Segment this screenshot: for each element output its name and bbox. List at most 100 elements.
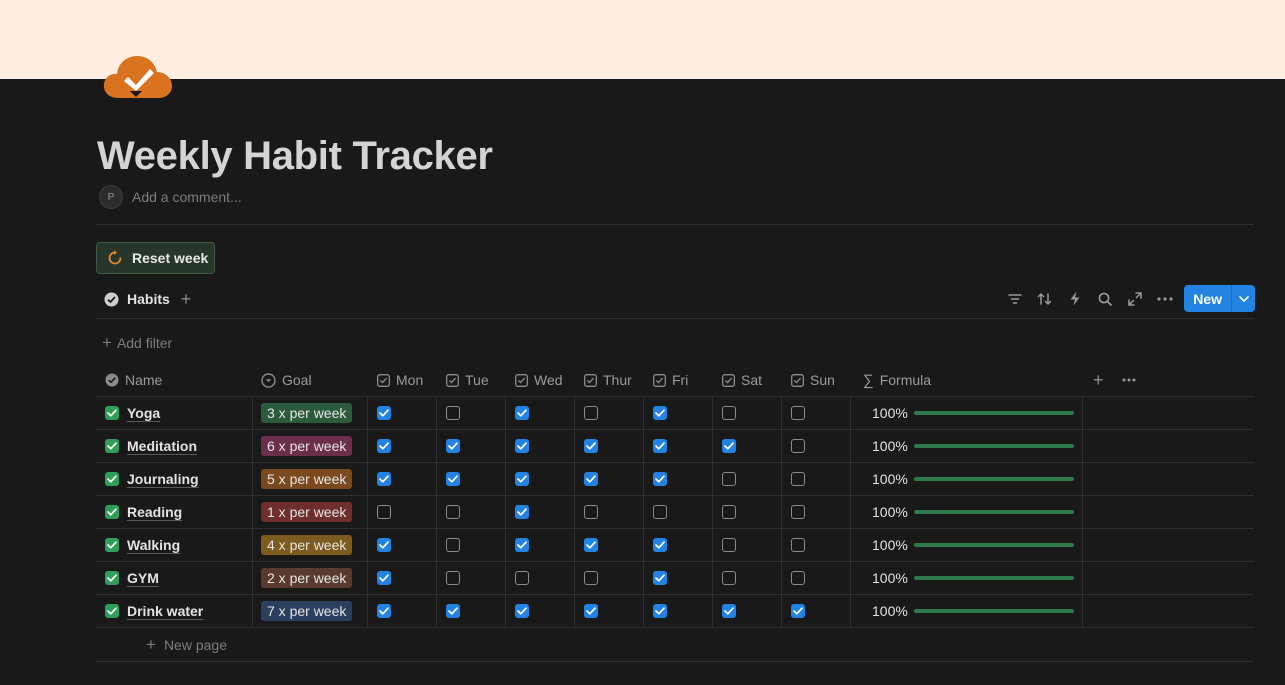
column-header-day[interactable]: Sun xyxy=(782,364,851,396)
day-checkbox[interactable] xyxy=(584,472,598,486)
add-property-icon[interactable]: + xyxy=(1093,370,1104,391)
day-checkbox[interactable] xyxy=(791,472,805,486)
column-header-name[interactable]: Name xyxy=(96,364,253,396)
day-checkbox[interactable] xyxy=(515,505,529,519)
day-checkbox[interactable] xyxy=(653,604,667,618)
new-page-button[interactable]: + New page xyxy=(96,628,1254,662)
day-checkbox[interactable] xyxy=(722,472,736,486)
day-checkbox[interactable] xyxy=(584,604,598,618)
filter-icon[interactable] xyxy=(1000,285,1030,312)
day-checkbox[interactable] xyxy=(515,604,529,618)
day-checkbox[interactable] xyxy=(722,505,736,519)
day-checkbox[interactable] xyxy=(722,406,736,420)
table-row[interactable]: Drink water 7 x per week 100% xyxy=(96,595,1254,628)
table-row[interactable]: Walking 4 x per week 100% xyxy=(96,529,1254,562)
day-checkbox[interactable] xyxy=(722,604,736,618)
more-options-icon[interactable] xyxy=(1150,285,1180,312)
day-checkbox[interactable] xyxy=(515,439,529,453)
day-checkbox[interactable] xyxy=(377,439,391,453)
day-checkbox[interactable] xyxy=(377,571,391,585)
day-checkbox[interactable] xyxy=(515,472,529,486)
column-header-day[interactable]: Sat xyxy=(713,364,782,396)
name-cell[interactable]: Reading xyxy=(96,496,253,528)
day-checkbox[interactable] xyxy=(446,604,460,618)
habit-name[interactable]: Meditation xyxy=(127,438,197,454)
day-checkbox[interactable] xyxy=(377,505,391,519)
day-checkbox[interactable] xyxy=(377,604,391,618)
day-checkbox[interactable] xyxy=(791,505,805,519)
name-cell[interactable]: Meditation xyxy=(96,430,253,462)
automation-bolt-icon[interactable] xyxy=(1060,285,1090,312)
column-header-day[interactable]: Mon xyxy=(368,364,437,396)
goal-cell[interactable]: 7 x per week xyxy=(253,595,368,627)
day-checkbox[interactable] xyxy=(515,571,529,585)
day-checkbox[interactable] xyxy=(653,538,667,552)
goal-cell[interactable]: 6 x per week xyxy=(253,430,368,462)
column-header-goal[interactable]: Goal xyxy=(253,364,368,396)
habit-name[interactable]: Yoga xyxy=(127,405,160,421)
day-checkbox[interactable] xyxy=(515,406,529,420)
day-checkbox[interactable] xyxy=(584,538,598,552)
column-header-day[interactable]: Tue xyxy=(437,364,506,396)
day-checkbox[interactable] xyxy=(653,439,667,453)
name-cell[interactable]: GYM xyxy=(96,562,253,594)
day-checkbox[interactable] xyxy=(377,406,391,420)
goal-cell[interactable]: 3 x per week xyxy=(253,397,368,429)
search-icon[interactable] xyxy=(1090,285,1120,312)
day-checkbox[interactable] xyxy=(722,571,736,585)
day-checkbox[interactable] xyxy=(791,571,805,585)
day-checkbox[interactable] xyxy=(791,604,805,618)
day-checkbox[interactable] xyxy=(653,571,667,585)
name-cell[interactable]: Walking xyxy=(96,529,253,561)
column-header-day[interactable]: Fri xyxy=(644,364,713,396)
name-cell[interactable]: Yoga xyxy=(96,397,253,429)
tab-habits[interactable]: Habits xyxy=(104,291,170,307)
chevron-down-icon[interactable] xyxy=(1231,285,1255,312)
day-checkbox[interactable] xyxy=(446,505,460,519)
column-header-day[interactable]: Thur xyxy=(575,364,644,396)
column-header-day[interactable]: Wed xyxy=(506,364,575,396)
day-checkbox[interactable] xyxy=(377,472,391,486)
goal-cell[interactable]: 4 x per week xyxy=(253,529,368,561)
cloud-check-icon[interactable] xyxy=(102,47,174,101)
day-checkbox[interactable] xyxy=(446,472,460,486)
day-checkbox[interactable] xyxy=(446,538,460,552)
table-row[interactable]: Meditation 6 x per week 100% xyxy=(96,430,1254,463)
day-checkbox[interactable] xyxy=(653,406,667,420)
page-cover[interactable] xyxy=(0,0,1285,79)
comment-input[interactable]: Add a comment... xyxy=(132,189,242,205)
habit-name[interactable]: Walking xyxy=(127,537,180,553)
goal-cell[interactable]: 2 x per week xyxy=(253,562,368,594)
day-checkbox[interactable] xyxy=(584,571,598,585)
day-checkbox[interactable] xyxy=(446,439,460,453)
expand-icon[interactable] xyxy=(1120,285,1150,312)
day-checkbox[interactable] xyxy=(791,439,805,453)
day-checkbox[interactable] xyxy=(584,505,598,519)
day-checkbox[interactable] xyxy=(584,439,598,453)
new-button[interactable]: New xyxy=(1184,285,1231,312)
page-title[interactable]: Weekly Habit Tracker xyxy=(97,134,493,179)
day-checkbox[interactable] xyxy=(515,538,529,552)
habit-name[interactable]: Journaling xyxy=(127,471,199,487)
more-options-icon[interactable] xyxy=(1122,378,1136,382)
goal-cell[interactable]: 5 x per week xyxy=(253,463,368,495)
sort-icon[interactable] xyxy=(1030,285,1060,312)
table-row[interactable]: Reading 1 x per week 100% xyxy=(96,496,1254,529)
name-cell[interactable]: Drink water xyxy=(96,595,253,627)
day-checkbox[interactable] xyxy=(446,571,460,585)
day-checkbox[interactable] xyxy=(722,538,736,552)
day-checkbox[interactable] xyxy=(584,406,598,420)
day-checkbox[interactable] xyxy=(446,406,460,420)
table-row[interactable]: GYM 2 x per week 100% xyxy=(96,562,1254,595)
day-checkbox[interactable] xyxy=(722,439,736,453)
day-checkbox[interactable] xyxy=(791,406,805,420)
day-checkbox[interactable] xyxy=(791,538,805,552)
table-row[interactable]: Journaling 5 x per week 100% xyxy=(96,463,1254,496)
habit-name[interactable]: Drink water xyxy=(127,603,203,619)
name-cell[interactable]: Journaling xyxy=(96,463,253,495)
reset-week-button[interactable]: Reset week xyxy=(96,242,215,274)
habit-name[interactable]: GYM xyxy=(127,570,159,586)
table-row[interactable]: Yoga 3 x per week 100% xyxy=(96,397,1254,430)
add-filter-button[interactable]: + Add filter xyxy=(102,333,172,352)
add-view-icon[interactable]: + xyxy=(181,289,192,310)
